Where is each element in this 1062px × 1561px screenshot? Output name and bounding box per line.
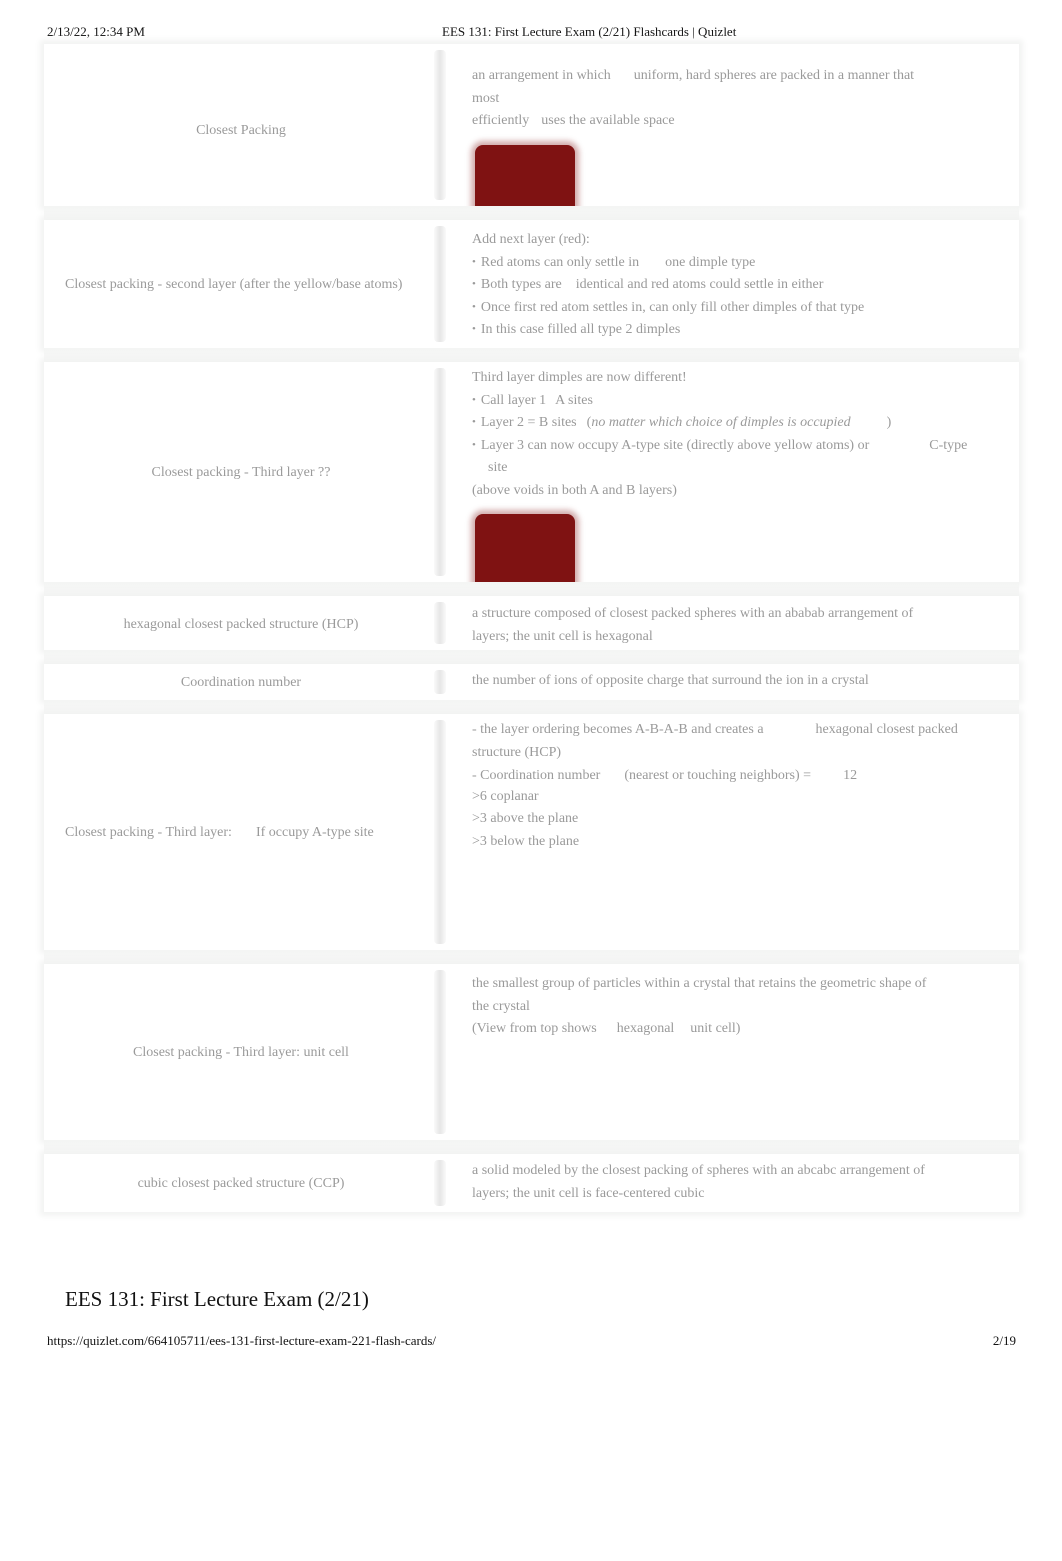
def-text: >3 above the plane: [472, 811, 579, 826]
flashcard-row: Closest packing - Third layer: unit cell…: [44, 964, 1019, 1154]
row-separator: [44, 1140, 1019, 1154]
def-text: uses the available space: [541, 113, 675, 128]
def-continuation: (above voids in both A and B layers): [472, 482, 677, 498]
card-divider: [434, 50, 446, 200]
card-divider: [434, 368, 446, 576]
def-bullet: Layer 2 = B sites(no matter which choice…: [472, 412, 979, 435]
flashcard-row: Closest packing - Third layer: If occupy …: [44, 714, 1019, 964]
flashcard-row: cubic closest packed structure (CCP) a s…: [44, 1154, 1019, 1212]
def-text: - Coordination number (nearest or touchin…: [472, 768, 858, 783]
card-term-text: Coordination number: [180, 674, 302, 690]
def-bullet: In this case filled all type 2 dimples: [472, 319, 979, 342]
card-definition: the smallest group of particles within a…: [462, 964, 1019, 1140]
print-datetime: 2/13/22, 12:34 PM: [47, 24, 145, 39]
def-bullet: Layer 3 can now occupy A-type site (dire…: [472, 435, 979, 480]
row-separator: [44, 348, 1019, 362]
card-divider: [434, 970, 446, 1134]
def-text: a solid modeled by the closest packing o…: [472, 1163, 925, 1178]
def-text: the number of ions of opposite charge th…: [472, 673, 869, 688]
def-text: efficiently: [472, 113, 530, 128]
flashcard-row: Closest packing - Third layer ?? Third l…: [44, 362, 1019, 596]
card-term: Coordination number: [44, 664, 429, 700]
card-definition: - the layer ordering becomes A-B-A-B and…: [462, 714, 1019, 950]
card-divider: [434, 226, 446, 342]
card-definition: a structure composed of closest packed s…: [462, 596, 1019, 650]
def-text: a structure composed of closest packed s…: [472, 606, 914, 621]
card-term-text: hexagonal closest packed structure (HCP): [123, 616, 359, 632]
row-separator: [44, 206, 1019, 220]
def-text: the smallest group of particles within a…: [472, 976, 927, 991]
page-number: 2/19: [992, 1333, 1016, 1348]
card-term-text: Closest packing - Third layer: unit cell: [133, 1044, 349, 1060]
def-text: structure (HCP): [472, 744, 562, 760]
card-definition: the number of ions of opposite charge th…: [462, 664, 1019, 700]
card-definition: a solid modeled by the closest packing o…: [462, 1154, 1019, 1212]
def-text: the crystal: [472, 999, 530, 1014]
def-text: uniform, hard spheres are packed in a ma…: [633, 68, 915, 83]
def-bullet: Call layer 1A sites: [472, 390, 979, 413]
def-bullet: Both types areidentical and red atoms co…: [472, 274, 979, 297]
flashcard-row: Closest Packing an arrangement in which u…: [44, 44, 1019, 225]
card-term: Closest packing - Third layer: If occupy …: [44, 714, 429, 950]
card-term: Closest packing - Third layer ??: [44, 362, 429, 582]
flashcard-list: Closest Packing an arrangement in which u…: [44, 44, 1019, 1226]
def-text: (View from top shows hexagonal unit cell): [472, 1021, 741, 1036]
flashcard-row: Coordination number the number of ions o…: [44, 664, 1019, 714]
flashcard-row: hexagonal closest packed structure (HCP)…: [44, 596, 1019, 664]
card-divider: [434, 602, 446, 644]
def-text: layers; the unit cell is hexagonal: [472, 628, 653, 644]
card-divider: [434, 670, 446, 694]
def-text: - the layer ordering becomes A-B-A-B and…: [472, 722, 958, 737]
card-term: Closest packing - second layer (after th…: [44, 220, 527, 348]
row-separator: [44, 950, 1019, 964]
def-text: most: [472, 90, 500, 106]
card-term-text: Closest packing - Third layer ??: [151, 464, 331, 480]
set-title: EES 131: First Lecture Exam (2/21): [65, 1287, 369, 1311]
card-definition: Third layer dimples are now different! C…: [462, 362, 1019, 594]
card-term-text: Closest Packing: [196, 122, 286, 138]
print-page-title: EES 131: First Lecture Exam (2/21) Flash…: [442, 24, 737, 39]
def-text: an arrangement in which: [472, 68, 611, 83]
row-separator: [44, 582, 1019, 596]
card-definition: an arrangement in which uniform, hard sph…: [462, 44, 1019, 225]
def-bullet: Red atoms can only settle inone dimple t…: [472, 252, 979, 275]
flashcard-row: Closest packing - second layer (after th…: [44, 220, 1019, 362]
def-intro: Third layer dimples are now different!: [472, 370, 687, 385]
card-term: Closest packing - Third layer: unit cell: [44, 964, 429, 1140]
print-footer: https://quizlet.com/664105711/ees-131-fi…: [47, 1333, 1016, 1351]
def-text: layers; the unit cell is face-centered c…: [472, 1185, 705, 1201]
print-url[interactable]: https://quizlet.com/664105711/ees-131-fi…: [47, 1333, 436, 1349]
def-text: >6 coplanar: [472, 788, 539, 804]
card-term: cubic closest packed structure (CCP): [44, 1154, 429, 1212]
def-bullet: Once first red atom settles in, can only…: [472, 297, 979, 320]
print-header: 2/13/22, 12:34 PM EES 131: First Lecture…: [47, 24, 1016, 42]
card-term: hexagonal closest packed structure (HCP): [44, 596, 429, 650]
card-term: Closest Packing: [44, 44, 429, 206]
def-intro: Add next layer (red):: [472, 232, 590, 247]
card-term-text: Closest packing - second layer (after th…: [65, 276, 403, 292]
card-definition: Add next layer (red): Red atoms can only…: [462, 220, 1019, 348]
card-divider: [434, 720, 446, 944]
card-term-text: Closest packing - Third layer: If occupy …: [65, 824, 374, 840]
card-term-text: cubic closest packed structure (CCP): [137, 1175, 345, 1191]
card-divider: [434, 1160, 446, 1206]
row-separator: [44, 700, 1019, 714]
row-separator: [44, 650, 1019, 664]
def-text: >3 below the plane: [472, 833, 580, 849]
